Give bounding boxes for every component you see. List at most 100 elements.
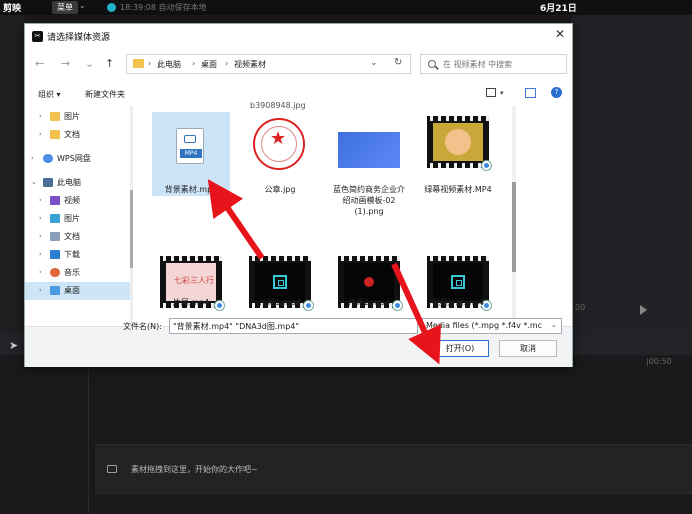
image-thumbnail [338, 132, 400, 168]
nav-item-desktop[interactable]: › 桌面 [25, 282, 133, 300]
seal-image: ★ [253, 118, 305, 170]
chevron-right-icon[interactable]: › [39, 214, 42, 222]
chevron-right-icon[interactable]: › [39, 196, 42, 204]
chevron-right-icon[interactable]: › [39, 268, 42, 276]
file-tile-background-mp4[interactable]: MP4 背景素材.mp4 [152, 112, 230, 200]
forward-arrow-icon[interactable]: → [61, 57, 70, 70]
refresh-icon[interactable]: ↻ [394, 57, 402, 68]
nav-item-documents[interactable]: › 文档 [25, 228, 133, 246]
filename-label: 文件名(N): [123, 322, 162, 331]
app-logo: 剪映 [3, 4, 22, 14]
document-folder-icon [50, 232, 60, 241]
save-status-icon [107, 3, 116, 12]
search-icon [428, 60, 436, 68]
nav-item-this-pc[interactable]: ⌄ 此电脑 [25, 174, 133, 192]
nav-label: 音乐 [64, 268, 80, 277]
nav-item-wps-drive[interactable]: › WPS网盘 [25, 150, 133, 168]
folder-icon [50, 112, 60, 121]
file-name: 公章.jpg [264, 185, 296, 194]
file-name: 背景素材.mp4 [164, 185, 218, 194]
nav-label: WPS网盘 [57, 154, 91, 163]
preview-panel [572, 15, 692, 345]
project-title: 6月21日 [540, 4, 577, 14]
cloud-icon [43, 154, 53, 163]
search-input[interactable]: 在 视频素材 中搜索 [420, 54, 567, 74]
navigation-pane: › 图片 › 文档 › WPS网盘 ⌄ 此电脑 › 视频 › 图片 › 文档 ›… [25, 106, 133, 326]
file-scrollbar-thumb[interactable] [512, 182, 516, 272]
chevron-right-icon[interactable]: › [39, 286, 42, 294]
select-tool-icon[interactable]: ➤ [9, 339, 18, 352]
timeline-divider [88, 355, 89, 514]
nav-label: 图片 [64, 112, 80, 121]
file-name: 绿幕视频素材.MP4 [424, 185, 492, 194]
nav-item-downloads[interactable]: › 下载 [25, 246, 133, 264]
nav-item-videos[interactable]: › 视频 [25, 192, 133, 210]
chevron-right-icon[interactable]: › [39, 232, 42, 240]
open-button[interactable]: 打开(O) [431, 340, 489, 357]
preview-pane-icon[interactable] [525, 88, 536, 98]
file-name: 片尾2.mp4 [348, 298, 390, 307]
back-arrow-icon[interactable]: ← [35, 57, 44, 70]
nav-item-music[interactable]: › 音乐 [25, 264, 133, 282]
folder-icon [50, 130, 60, 139]
view-mode-icon[interactable] [486, 88, 496, 97]
nav-label: 文档 [64, 232, 80, 241]
breadcrumb-desktop[interactable]: 桌面 [201, 59, 217, 70]
chevron-right-icon[interactable]: › [39, 130, 42, 138]
nav-label: 下载 [64, 250, 80, 259]
video-folder-icon [50, 196, 60, 205]
address-bar[interactable]: › 此电脑 › 桌面 › 视频素材 ⌄ ↻ [126, 54, 411, 74]
cancel-button[interactable]: 取消 [499, 340, 557, 357]
dialog-title: 请选择媒体资源 [47, 33, 111, 43]
video-thumbnail [427, 116, 489, 168]
video-icon [184, 135, 196, 143]
mp4-file-icon: MP4 [176, 128, 204, 164]
save-status: 18:39:08 自动保存本地 [120, 3, 207, 12]
up-arrow-icon[interactable]: ↑ [105, 57, 114, 70]
app-sidebar [0, 15, 24, 345]
app-titlebar [0, 0, 692, 15]
play-icon[interactable] [640, 305, 647, 315]
breadcrumb-this-pc[interactable]: 此电脑 [157, 59, 181, 70]
file-open-dialog: ✂ 请选择媒体资源 ✕ ← → ⌄ ↑ › 此电脑 › 桌面 › 视频素材 ⌄ … [24, 23, 573, 367]
search-placeholder: 在 视频素材 中搜索 [443, 60, 513, 69]
close-icon[interactable]: ✕ [555, 27, 565, 41]
filename-input[interactable]: "背景素材.mp4" "DNA3d图.mp4" [169, 318, 418, 334]
star-icon: ★ [270, 128, 287, 149]
new-folder-button[interactable]: 新建文件夹 [85, 89, 125, 100]
chevron-down-icon[interactable]: ⌄ [370, 58, 378, 68]
breadcrumb-separator: › [225, 59, 229, 68]
help-icon[interactable]: ? [551, 87, 562, 98]
breadcrumb-video-assets[interactable]: 视频素材 [234, 59, 266, 70]
desktop-folder-icon [50, 286, 60, 295]
file-name: 视频片尾.mp4 [431, 298, 485, 307]
chevron-down-icon[interactable]: ⌄ [31, 178, 37, 186]
chevron-right-icon[interactable]: › [31, 154, 34, 162]
chevron-down-icon[interactable]: ⌄ [79, 1, 86, 10]
nav-item-pictures[interactable]: › 图片 [25, 210, 133, 228]
nav-scrollbar-thumb[interactable] [130, 190, 133, 268]
app-menu-button[interactable]: 菜单 [52, 1, 78, 14]
drop-hint: 素材拖拽到这里，开始你的大作吧~ [131, 465, 258, 474]
nav-item-pictures[interactable]: › 图片 [25, 108, 133, 126]
music-folder-icon [50, 268, 60, 277]
sync-badge-icon [481, 160, 492, 171]
computer-icon [43, 178, 53, 187]
nav-label: 视频 [64, 196, 80, 205]
download-folder-icon [50, 250, 60, 259]
file-type-select[interactable]: Media files (*.mpg *.f4v *.mc [422, 318, 562, 334]
chevron-right-icon[interactable]: › [39, 112, 42, 120]
preview-time: 00 [575, 303, 586, 312]
chevron-down-icon[interactable]: ⌄ [85, 57, 94, 70]
organize-menu[interactable]: 组织 ▾ [38, 89, 61, 100]
nav-label: 桌面 [64, 286, 80, 295]
chevron-down-icon[interactable]: ⌄ [551, 321, 557, 329]
breadcrumb-separator: › [148, 59, 152, 68]
file-name: 蓝色简约商务企业介绍动画模板-02 (1).png [333, 185, 405, 216]
chevron-down-icon[interactable]: ▾ [500, 89, 504, 97]
breadcrumb-separator: › [192, 59, 196, 68]
timeline-timestamp: |00:50 [646, 357, 672, 366]
partial-file-name: b3908948.jpg [250, 101, 306, 110]
nav-item-documents[interactable]: › 文档 [25, 126, 133, 144]
chevron-right-icon[interactable]: › [39, 250, 42, 258]
